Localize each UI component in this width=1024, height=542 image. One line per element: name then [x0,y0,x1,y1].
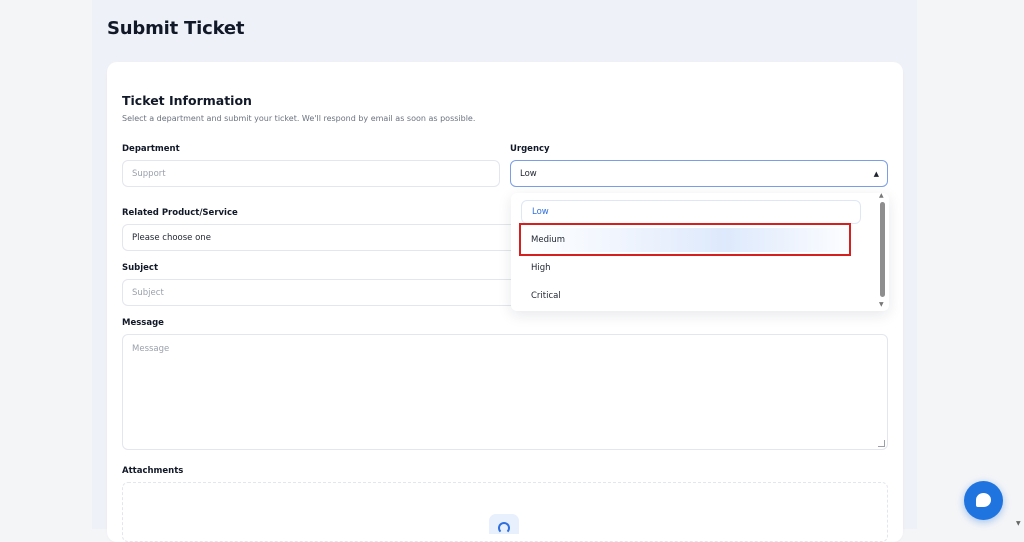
dropdown-scrollbar[interactable]: ▲ ▼ [876,192,888,311]
related-product-value: Please choose one [132,232,211,243]
dropdown-scroll-thumb[interactable] [880,202,885,297]
urgency-select[interactable]: Low ▲ [510,160,888,187]
section-title: Ticket Information [122,93,252,108]
scroll-down-icon[interactable]: ▼ [879,301,884,308]
related-product-label: Related Product/Service [122,208,238,218]
resize-handle-icon[interactable] [878,440,885,447]
message-label: Message [122,318,164,328]
chat-icon [976,493,991,507]
urgency-value: Low [520,168,537,179]
attachments-label: Attachments [122,466,184,476]
urgency-option-low[interactable]: Low [521,200,861,224]
department-field[interactable]: Support [122,160,500,187]
department-label: Department [122,144,180,154]
page-scroll-down-icon[interactable]: ▼ [1016,520,1021,527]
chat-launcher-button[interactable] [964,481,1003,520]
urgency-label: Urgency [510,144,550,154]
upload-icon[interactable] [489,514,519,534]
chevron-up-icon: ▲ [873,169,879,178]
highlight-medium-option [519,223,851,256]
page-title: Submit Ticket [107,18,245,39]
message-placeholder: Message [132,344,170,354]
subject-label: Subject [122,263,159,273]
urgency-option-critical[interactable]: Critical [521,284,861,308]
section-description: Select a department and submit your tick… [122,114,476,123]
subject-placeholder: Subject [132,287,164,298]
department-placeholder: Support [132,168,166,179]
message-textarea[interactable]: Message [122,334,888,450]
scroll-up-icon[interactable]: ▲ [879,192,884,199]
urgency-option-high[interactable]: High [521,256,861,280]
